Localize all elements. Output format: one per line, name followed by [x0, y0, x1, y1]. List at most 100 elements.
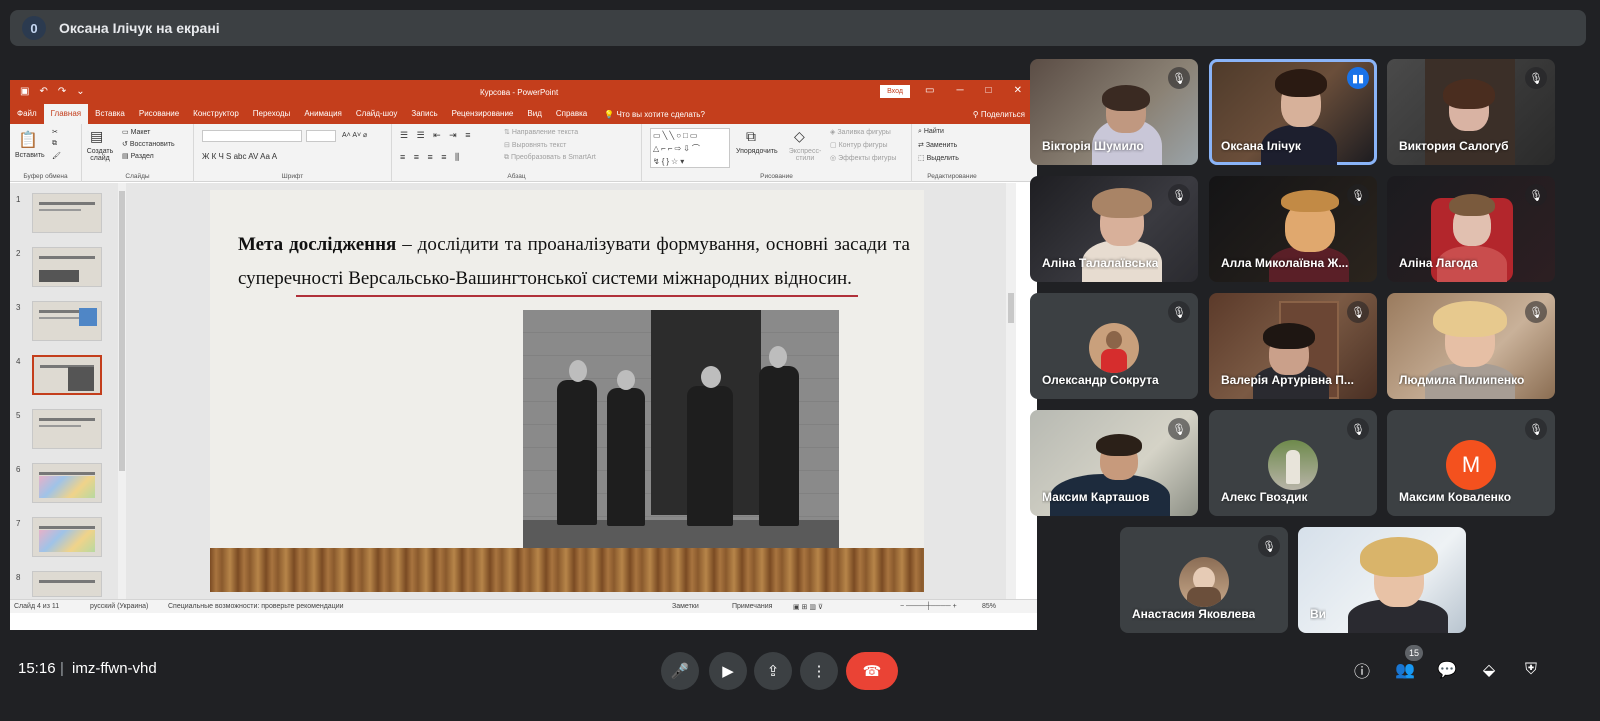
- participant-tile[interactable]: 🎙 Алекс Гвоздик: [1209, 410, 1377, 516]
- current-slide[interactable]: Мета дослідження – дослідити та проаналі…: [210, 190, 924, 592]
- host-controls-button[interactable]: ⛨: [1519, 658, 1543, 682]
- paste-button[interactable]: Вставить: [15, 152, 45, 159]
- cut-icon[interactable]: ✂: [52, 128, 58, 136]
- camera-button[interactable]: ▶: [709, 652, 747, 690]
- slide-thumbnail[interactable]: [32, 193, 102, 233]
- slide-thumbnail[interactable]: [32, 247, 102, 287]
- paste-icon[interactable]: 📋: [18, 130, 38, 150]
- participant-tile-self[interactable]: Ви: [1298, 527, 1466, 633]
- notes-button[interactable]: Заметки: [672, 603, 699, 610]
- tab-animations[interactable]: Анимация: [297, 104, 349, 124]
- list-buttons[interactable]: ☰ ☰ ⇤ ⇥ ≡: [400, 130, 473, 141]
- participant-tile[interactable]: 🎙 Алла Миколаївна Ж...: [1209, 176, 1377, 282]
- select-button[interactable]: ⬚ Выделить: [918, 154, 959, 162]
- redo-icon[interactable]: ↷: [58, 86, 66, 97]
- quick-styles-button[interactable]: Экспресс-стили: [788, 148, 822, 162]
- tell-me-search[interactable]: 💡 Что вы хотите сделать?: [604, 110, 705, 119]
- thumbnails-scrollbar[interactable]: [118, 183, 126, 599]
- tab-file[interactable]: Файл: [10, 104, 44, 124]
- section-button[interactable]: ▤ Раздел: [122, 152, 154, 160]
- meeting-details-button[interactable]: ⓘ: [1350, 658, 1374, 682]
- slide-thumbnail[interactable]: [32, 517, 102, 557]
- participant-tile-active[interactable]: ▮▮ Оксана Ілічук: [1209, 59, 1377, 165]
- font-name-combo[interactable]: [202, 130, 302, 142]
- quick-styles-icon[interactable]: ◇: [794, 128, 805, 145]
- slide-scrollbar[interactable]: [1006, 183, 1016, 599]
- shape-fill-button[interactable]: ◈ Заливка фигуры: [830, 128, 891, 136]
- arrange-icon[interactable]: ⧉: [746, 128, 756, 145]
- people-button[interactable]: 👥: [1393, 658, 1417, 682]
- banner-text: Оксана Ілічук на екрані: [59, 20, 220, 36]
- participant-tile[interactable]: 🎙 Анастасия Яковлева: [1120, 527, 1288, 633]
- present-button[interactable]: ⇪: [754, 652, 792, 690]
- tab-slideshow[interactable]: Слайд-шоу: [349, 104, 404, 124]
- leave-call-button[interactable]: ☎: [846, 652, 898, 690]
- new-slide-button[interactable]: Создать слайд: [84, 148, 116, 162]
- zoom-level[interactable]: 85%: [982, 603, 996, 610]
- tab-transitions[interactable]: Переходы: [246, 104, 298, 124]
- participant-tile[interactable]: 🎙 Вікторія Шумило: [1030, 59, 1198, 165]
- participant-tile[interactable]: 🎙 Людмила Пилипенко: [1387, 293, 1555, 399]
- shape-outline-button[interactable]: ▢ Контур фигуры: [830, 141, 888, 149]
- participant-tile[interactable]: M 🎙 Максим Коваленко: [1387, 410, 1555, 516]
- tab-draw[interactable]: Рисование: [132, 104, 186, 124]
- arrange-button[interactable]: Упорядочить: [736, 148, 778, 155]
- align-buttons[interactable]: ≡ ≡ ≡ ≡ ⫼: [400, 152, 462, 163]
- new-slide-icon[interactable]: ▤: [90, 128, 103, 145]
- find-button[interactable]: ⌕ Найти: [918, 128, 944, 136]
- more-options-button[interactable]: ⋮: [800, 652, 838, 690]
- slide-thumbnail-active[interactable]: [32, 355, 102, 395]
- replace-button[interactable]: ⇄ Заменить: [918, 141, 957, 149]
- ribbon-display-icon[interactable]: ▭: [925, 85, 934, 96]
- slide-thumbnail[interactable]: [32, 571, 102, 597]
- participant-name: Валерія Артурівна П...: [1221, 373, 1354, 387]
- zoom-slider[interactable]: − ────┼──── +: [900, 603, 957, 610]
- accessibility-status[interactable]: Специальные возможности: проверьте реком…: [168, 603, 344, 610]
- slide-thumbnail[interactable]: [32, 409, 102, 449]
- tab-help[interactable]: Справка: [549, 104, 594, 124]
- tab-home[interactable]: Главная: [43, 104, 89, 124]
- format-painter-icon[interactable]: 🖌: [52, 152, 61, 160]
- text-direction-button[interactable]: ⇅ Направление текста: [504, 128, 578, 136]
- language-status[interactable]: русский (Украина): [90, 603, 148, 610]
- slide-thumbnail[interactable]: [32, 463, 102, 503]
- microphone-button[interactable]: 🎤: [661, 652, 699, 690]
- participant-name: Ви: [1310, 607, 1327, 621]
- close-icon[interactable]: ✕: [1014, 85, 1022, 96]
- reset-button[interactable]: ↺ Восстановить: [122, 140, 175, 148]
- shape-effects-button[interactable]: ◎ Эффекты фигуры: [830, 154, 896, 162]
- share-button[interactable]: ⚲ Поделиться: [973, 110, 1025, 119]
- minimize-icon[interactable]: ─: [956, 85, 963, 96]
- participant-tile[interactable]: 🎙 Максим Карташов: [1030, 410, 1198, 516]
- participant-tile[interactable]: 🎙 Валерія Артурівна П...: [1209, 293, 1377, 399]
- convert-smartart-button[interactable]: ⧉ Преобразовать в SmartArt: [504, 154, 596, 162]
- tab-record[interactable]: Запись: [404, 104, 444, 124]
- shapes-gallery[interactable]: ▭╲╲○□▭ △⌐⌐⇨⇩⌒ ↯{}☆▾: [650, 128, 730, 168]
- layout-button[interactable]: ▭ Макет: [122, 128, 150, 136]
- font-grow-icon[interactable]: A˄ A˅ ⌀: [342, 131, 367, 139]
- tab-view[interactable]: Вид: [520, 104, 548, 124]
- participant-tile[interactable]: 🎙 Аліна Талалаївська: [1030, 176, 1198, 282]
- signin-button[interactable]: Вход: [880, 85, 910, 98]
- group-slides: ▤ Создать слайд ▭ Макет ↺ Восстановить ▤…: [82, 124, 194, 182]
- participant-tile[interactable]: 🎙 Виктория Салогуб: [1387, 59, 1555, 165]
- customize-icon[interactable]: ⌄: [76, 86, 84, 97]
- participant-tile[interactable]: 🎙 Аліна Лагода: [1387, 176, 1555, 282]
- activities-button[interactable]: ⬙: [1477, 658, 1501, 682]
- window-buttons: ▭ ─ □ ✕: [925, 85, 1022, 96]
- tab-design[interactable]: Конструктор: [186, 104, 246, 124]
- align-text-button[interactable]: ⊟ Выровнять текст: [504, 141, 566, 149]
- copy-icon[interactable]: ⧉: [52, 140, 57, 148]
- slide-thumbnail[interactable]: [32, 301, 102, 341]
- tab-review[interactable]: Рецензирование: [445, 104, 521, 124]
- tab-insert[interactable]: Вставка: [88, 104, 132, 124]
- participant-tile[interactable]: 🎙 Олександр Сокрута: [1030, 293, 1198, 399]
- view-buttons[interactable]: ▣ ⊞ ▥ ⊽: [793, 603, 823, 611]
- font-format-buttons[interactable]: Ж К Ч S abc AV Aa A: [202, 152, 277, 161]
- font-size-combo[interactable]: [306, 130, 336, 142]
- save-icon[interactable]: ▣: [20, 86, 29, 97]
- comments-button[interactable]: Примечания: [732, 603, 772, 610]
- undo-icon[interactable]: ↶: [39, 86, 47, 97]
- chat-button[interactable]: 💬: [1435, 658, 1459, 682]
- maximize-icon[interactable]: □: [986, 85, 992, 96]
